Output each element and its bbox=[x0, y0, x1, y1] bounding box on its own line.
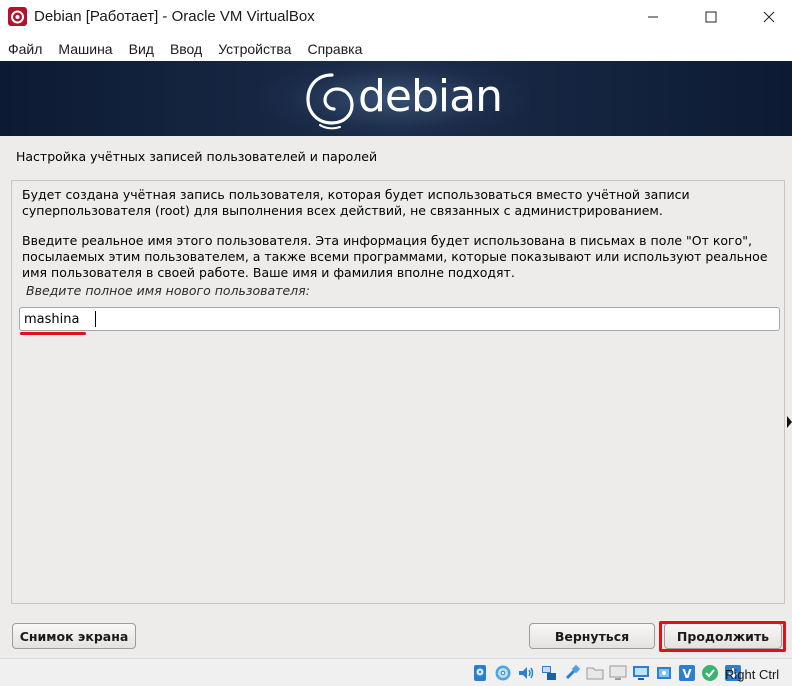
installer-panel: Настройка учётных записей пользователей … bbox=[0, 136, 792, 658]
maximize-button[interactable] bbox=[688, 0, 734, 34]
description-paragraph-2: Введите реальное имя этого пользователя.… bbox=[22, 233, 768, 280]
text-cursor bbox=[95, 311, 96, 327]
full-name-input[interactable] bbox=[19, 307, 780, 331]
continue-button[interactable]: Продолжить bbox=[664, 623, 782, 649]
usb-icon[interactable] bbox=[562, 664, 581, 682]
description-paragraph-1: Будет создана учётная запись пользовател… bbox=[22, 187, 690, 218]
back-button[interactable]: Вернуться bbox=[529, 623, 655, 649]
content-frame: Будет создана учётная запись пользовател… bbox=[11, 180, 785, 604]
menu-input[interactable]: Ввод bbox=[162, 41, 210, 57]
virtualization-icon[interactable]: V bbox=[677, 664, 696, 682]
debian-logo-text: debian bbox=[358, 71, 503, 122]
debian-swirl-icon bbox=[306, 73, 354, 130]
screenshot-button[interactable]: Снимок экрана bbox=[12, 623, 136, 649]
close-icon bbox=[763, 11, 775, 23]
audio-icon[interactable] bbox=[516, 664, 535, 682]
minimize-button[interactable] bbox=[630, 0, 676, 34]
hard-disk-icon[interactable] bbox=[470, 664, 489, 682]
capture-icon[interactable] bbox=[654, 664, 673, 682]
window-titlebar[interactable]: Debian [Работает] - Oracle VM VirtualBox bbox=[0, 0, 792, 34]
svg-text:V: V bbox=[682, 667, 692, 681]
page-title: Настройка учётных записей пользователей … bbox=[16, 149, 378, 164]
input-annotation-underline bbox=[20, 332, 86, 335]
menu-devices[interactable]: Устройства bbox=[210, 41, 299, 57]
debian-banner: debian bbox=[0, 61, 792, 136]
menu-bar: Файл Машина Вид Ввод Устройства Справка bbox=[0, 38, 792, 60]
close-button[interactable] bbox=[746, 0, 792, 34]
optical-drive-icon[interactable] bbox=[493, 664, 512, 682]
shared-folders-icon[interactable] bbox=[585, 664, 604, 682]
menu-machine[interactable]: Машина bbox=[50, 41, 120, 57]
minimize-icon bbox=[648, 16, 658, 18]
display-icon[interactable] bbox=[608, 664, 627, 682]
maximize-icon bbox=[705, 11, 717, 23]
virtualbox-app-icon bbox=[8, 7, 27, 26]
host-key-label: Right Ctrl bbox=[725, 667, 780, 682]
status-bar: V Right Ctrl bbox=[0, 658, 792, 686]
menu-view[interactable]: Вид bbox=[121, 41, 162, 57]
network-icon[interactable] bbox=[539, 664, 558, 682]
full-name-label: Введите полное имя нового пользователя: bbox=[26, 283, 310, 298]
pointer-arrow-icon bbox=[787, 416, 792, 428]
status-icons: V bbox=[470, 664, 742, 682]
screen-capture-icon[interactable] bbox=[631, 664, 650, 682]
window-title: Debian [Работает] - Oracle VM VirtualBox bbox=[34, 8, 315, 25]
menu-help[interactable]: Справка bbox=[299, 41, 370, 57]
mouse-integration-icon[interactable] bbox=[700, 664, 719, 682]
menu-file[interactable]: Файл bbox=[0, 41, 50, 57]
